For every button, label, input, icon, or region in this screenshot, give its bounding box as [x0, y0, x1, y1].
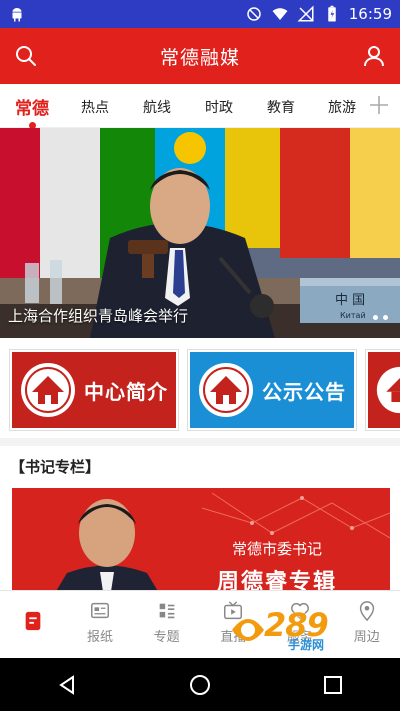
banner-partial[interactable]: [366, 350, 400, 430]
app-screen: 16:59 常德融媒 常德 热点 航线 时政 教育 旅游 中 国 Китай 上…: [0, 0, 400, 711]
heart-icon: [291, 602, 309, 620]
plus-icon[interactable]: [368, 94, 390, 116]
search-icon: [16, 46, 36, 66]
real-estate-logo-icon: [21, 363, 75, 417]
carousel-dots: [373, 315, 388, 320]
topics-icon: [159, 603, 175, 619]
real-estate-logo-icon: [376, 366, 400, 414]
hero-carousel[interactable]: 中 国 Китай 上海合作组织青岛峰会举行: [0, 128, 400, 338]
section-title: 【书记专栏】: [10, 458, 101, 476]
dnd-icon: [247, 7, 261, 21]
user-icon: [364, 46, 384, 67]
nav-home[interactable]: [0, 591, 67, 654]
search-button[interactable]: [12, 42, 40, 70]
feature-banners: 中心简介 公示公告: [0, 346, 400, 434]
back-icon[interactable]: [55, 673, 79, 697]
tab-hot[interactable]: 热点: [75, 97, 115, 117]
tab-routes[interactable]: 航线: [137, 97, 177, 117]
tab-label: 常德: [15, 99, 49, 119]
location-icon: [359, 601, 374, 622]
nav-label: 周边: [353, 630, 380, 645]
home-doc-icon: [25, 611, 41, 630]
battery-icon: [328, 5, 336, 22]
carousel-dot: [373, 315, 378, 320]
nav-newspaper[interactable]: 报纸: [67, 591, 134, 654]
nav-topics[interactable]: 专题: [133, 591, 200, 654]
no-signal-icon: [297, 5, 314, 22]
placard-sub: Китай: [340, 311, 366, 320]
app-header: 常德融媒: [0, 28, 400, 84]
bottom-nav: 报纸 专题 直播 服务 周边: [0, 590, 400, 654]
nav-nearby[interactable]: 周边: [333, 591, 400, 654]
wifi-icon: [272, 8, 288, 20]
nav-label: 专题: [153, 630, 180, 645]
status-bar: 16:59: [0, 0, 400, 28]
section-divider: [0, 438, 400, 446]
banner-announcements[interactable]: 公示公告: [188, 350, 356, 430]
banner-label: 公示公告: [262, 379, 346, 404]
tab-travel[interactable]: 旅游: [322, 97, 362, 117]
tv-icon: [224, 601, 243, 620]
hero-caption: 上海合作组织青岛峰会举行: [8, 307, 189, 325]
real-estate-logo-icon: [199, 363, 253, 417]
banner-label: 中心简介: [84, 379, 168, 404]
card-subtitle: 常德市委书记: [232, 540, 323, 558]
app-title: 常德融媒: [159, 46, 240, 69]
nav-service[interactable]: 服务: [267, 591, 334, 654]
tab-politics[interactable]: 时政: [199, 97, 239, 117]
tab-education[interactable]: 教育: [261, 97, 301, 117]
nav-label: 报纸: [87, 630, 114, 645]
newspaper-icon: [91, 602, 109, 619]
nav-live[interactable]: 直播: [200, 591, 267, 654]
tab-changde[interactable]: 常德: [10, 94, 54, 129]
carousel-dot: [383, 315, 388, 320]
category-tabs: 常德 热点 航线 时政 教育 旅游: [0, 84, 400, 129]
status-time: 16:59: [348, 5, 392, 23]
android-icon: [12, 8, 22, 22]
banner-center-intro[interactable]: 中心简介: [10, 350, 178, 430]
home-icon[interactable]: [188, 673, 212, 697]
recents-icon[interactable]: [321, 673, 345, 697]
system-nav-bar: [0, 658, 400, 711]
nav-label: 服务: [287, 630, 314, 645]
placard-text: 中 国: [335, 293, 365, 308]
nav-label: 直播: [220, 630, 247, 645]
secretary-column-card[interactable]: 常德市委书记 周德睿专辑: [12, 488, 390, 598]
user-button[interactable]: [360, 42, 388, 70]
